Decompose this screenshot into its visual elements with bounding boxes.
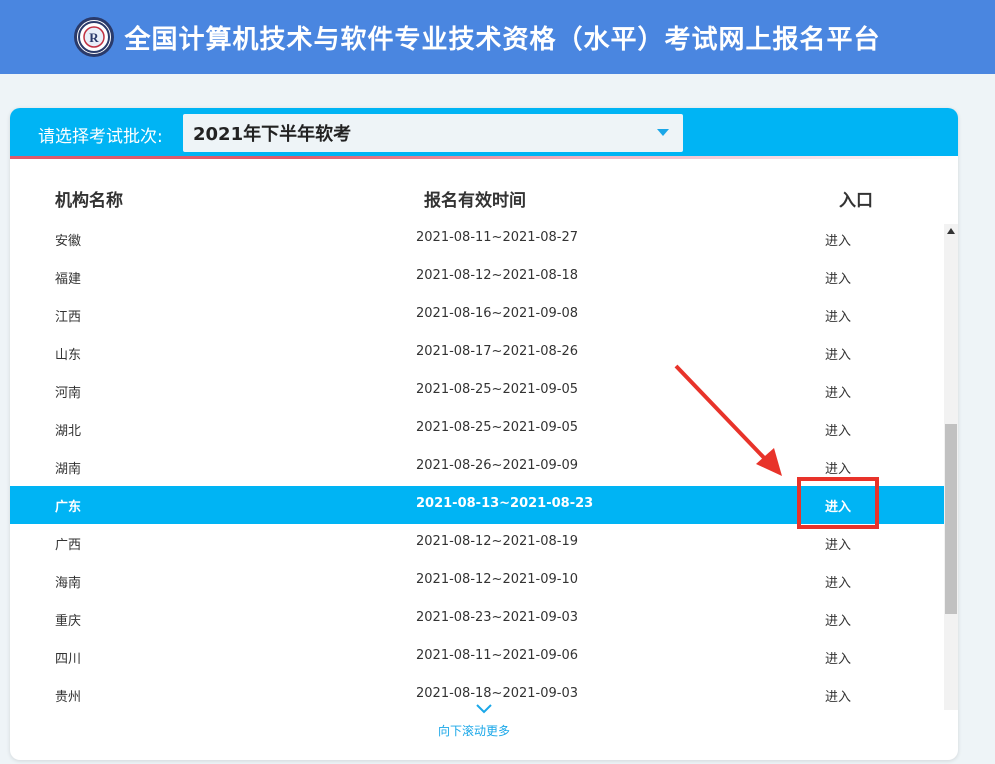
registration-time-cell: 2021-08-12~2021-08-19 bbox=[416, 534, 578, 549]
logo-graphic: R bbox=[78, 21, 111, 53]
table-row: 福建 2021-08-12~2021-08-18 进入 bbox=[10, 258, 944, 296]
enter-link[interactable]: 进入 bbox=[825, 230, 851, 249]
registration-time-cell: 2021-08-13~2021-08-23 bbox=[416, 496, 594, 511]
enter-link[interactable]: 进入 bbox=[825, 420, 851, 439]
org-name-cell: 广东 bbox=[55, 500, 82, 515]
enter-link[interactable]: 进入 bbox=[825, 458, 851, 477]
table-row: 湖南 2021-08-26~2021-09-09 进入 bbox=[10, 448, 944, 486]
table-row: 河南 2021-08-25~2021-09-05 进入 bbox=[10, 372, 944, 410]
org-name-cell: 福建 bbox=[55, 272, 82, 287]
enter-link[interactable]: 进入 bbox=[825, 344, 851, 363]
table-row: 安徽 2021-08-11~2021-08-27 进入 bbox=[10, 220, 944, 258]
svg-text:R: R bbox=[90, 30, 100, 45]
enter-link[interactable]: 进入 bbox=[825, 686, 851, 705]
table-row: 四川 2021-08-11~2021-09-06 进入 bbox=[10, 638, 944, 676]
org-name-cell: 江西 bbox=[55, 310, 82, 325]
registration-time-cell: 2021-08-25~2021-09-05 bbox=[416, 382, 578, 397]
column-header-entry: 入口 bbox=[839, 191, 873, 211]
table-row: 广东 2021-08-13~2021-08-23 进入 bbox=[10, 477, 944, 529]
batch-select[interactable]: 2021年下半年软考 bbox=[183, 114, 683, 152]
enter-link[interactable]: 进入 bbox=[825, 648, 851, 667]
registration-time-cell: 2021-08-25~2021-09-05 bbox=[416, 420, 578, 435]
vertical-scrollbar[interactable] bbox=[944, 224, 958, 710]
batch-label: 请选择考试批次: bbox=[38, 127, 163, 147]
column-header-org-name: 机构名称 bbox=[55, 191, 123, 211]
batch-select-value: 2021年下半年软考 bbox=[193, 124, 352, 145]
exam-batch-card: 请选择考试批次: 2021年下半年软考 机构名称 报名有效时间 入口 安徽 202… bbox=[10, 108, 958, 760]
table-row: 湖北 2021-08-25~2021-09-05 进入 bbox=[10, 410, 944, 448]
enter-link[interactable]: 进入 bbox=[825, 610, 851, 629]
header-inner: R 全国计算机技术与软件专业技术资格（水平）考试网上报名平台 bbox=[74, 17, 880, 57]
scrollbar-thumb[interactable] bbox=[945, 424, 957, 614]
registration-time-cell: 2021-08-12~2021-09-10 bbox=[416, 572, 578, 587]
table-row: 重庆 2021-08-23~2021-09-03 进入 bbox=[10, 600, 944, 638]
table-row: 广西 2021-08-12~2021-08-19 进入 bbox=[10, 524, 944, 562]
enter-link[interactable]: 进入 bbox=[825, 306, 851, 325]
enter-link[interactable]: 进入 bbox=[825, 572, 851, 591]
registration-time-cell: 2021-08-11~2021-09-06 bbox=[416, 648, 578, 663]
org-table-body: 安徽 2021-08-11~2021-08-27 进入 福建 2021-08-12~20… bbox=[10, 220, 944, 714]
org-name-cell: 山东 bbox=[55, 348, 82, 363]
org-name-cell: 安徽 bbox=[55, 234, 82, 249]
org-name-cell: 湖南 bbox=[55, 462, 82, 477]
registration-time-cell: 2021-08-17~2021-08-26 bbox=[416, 344, 578, 359]
org-name-cell: 海南 bbox=[55, 576, 82, 591]
scroll-more-label: 向下滚动更多 bbox=[437, 724, 510, 738]
org-name-cell: 贵州 bbox=[55, 690, 82, 705]
scroll-more-hint[interactable]: 向下滚动更多 bbox=[10, 704, 958, 739]
registration-time-cell: 2021-08-16~2021-09-08 bbox=[416, 306, 578, 321]
page-title: 全国计算机技术与软件专业技术资格（水平）考试网上报名平台 bbox=[124, 24, 881, 55]
registration-time-cell: 2021-08-11~2021-08-27 bbox=[416, 230, 578, 245]
logo-seal-icon: R bbox=[74, 17, 115, 57]
header-bar: R 全国计算机技术与软件专业技术资格（水平）考试网上报名平台 bbox=[0, 0, 995, 74]
column-header-registration-time: 报名有效时间 bbox=[424, 191, 526, 211]
batch-selector-bar: 请选择考试批次: 2021年下半年软考 bbox=[10, 108, 958, 158]
table-row: 海南 2021-08-12~2021-09-10 进入 bbox=[10, 562, 944, 600]
org-name-cell: 重庆 bbox=[55, 614, 82, 629]
scroll-up-arrow-icon[interactable] bbox=[947, 228, 955, 234]
enter-link[interactable]: 进入 bbox=[825, 534, 851, 553]
org-name-cell: 河南 bbox=[55, 386, 82, 401]
org-name-cell: 四川 bbox=[55, 652, 82, 667]
enter-link[interactable]: 进入 bbox=[825, 382, 851, 401]
org-name-cell: 广西 bbox=[55, 538, 82, 553]
enter-link[interactable]: 进入 bbox=[825, 268, 851, 287]
accent-stripe bbox=[10, 156, 958, 159]
registration-time-cell: 2021-08-26~2021-09-09 bbox=[416, 458, 578, 473]
registration-time-cell: 2021-08-12~2021-08-18 bbox=[416, 268, 578, 283]
table-row: 江西 2021-08-16~2021-09-08 进入 bbox=[10, 296, 944, 334]
table-row: 山东 2021-08-17~2021-08-26 进入 bbox=[10, 334, 944, 372]
chevron-down-icon bbox=[476, 704, 492, 714]
caret-down-icon bbox=[657, 129, 669, 136]
registration-time-cell: 2021-08-18~2021-09-03 bbox=[416, 686, 578, 701]
registration-time-cell: 2021-08-23~2021-09-03 bbox=[416, 610, 578, 625]
org-name-cell: 湖北 bbox=[55, 424, 82, 439]
enter-link[interactable]: 进入 bbox=[825, 496, 851, 515]
